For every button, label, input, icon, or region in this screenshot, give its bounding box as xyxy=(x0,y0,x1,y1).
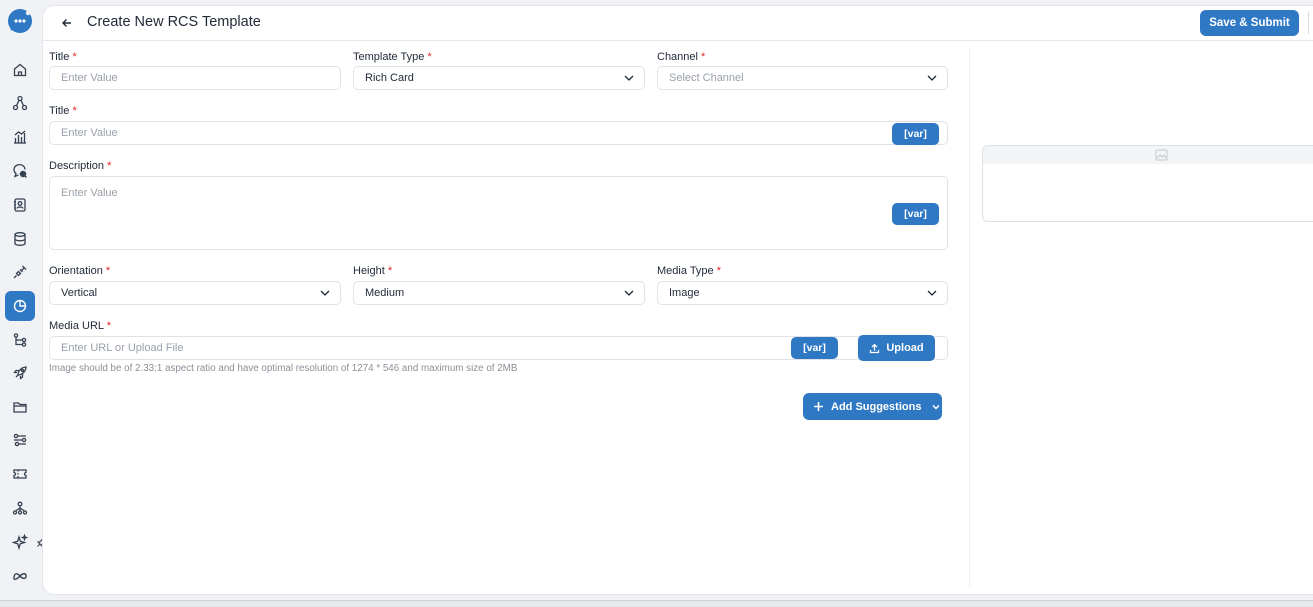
analytics-icon xyxy=(14,130,26,144)
chevron-down-icon xyxy=(927,290,937,296)
sidebar-item-network[interactable] xyxy=(5,88,35,118)
add-suggestions-button[interactable]: Add Suggestions xyxy=(803,393,942,420)
description-placeholder: Enter Value xyxy=(61,187,118,199)
description-textarea[interactable]: Enter Value xyxy=(49,176,948,250)
folder-icon xyxy=(13,402,27,413)
database-icon xyxy=(14,232,26,246)
sidebar-item-hierarchy[interactable] xyxy=(5,493,35,523)
sidebar-item-campaigns[interactable] xyxy=(5,358,35,388)
channel-select[interactable]: Select Channel xyxy=(657,66,948,90)
network-icon xyxy=(12,95,28,111)
chevron-down-icon xyxy=(624,75,634,81)
chevron-down-icon xyxy=(927,75,937,81)
sidebar-item-meta[interactable] xyxy=(5,561,35,591)
preview-divider xyxy=(969,48,970,588)
channel-placeholder: Select Channel xyxy=(669,72,744,84)
title-placeholder: Enter Value xyxy=(61,72,118,84)
image-placeholder-icon xyxy=(1155,149,1168,161)
orientation-label: Orientation * xyxy=(49,265,111,277)
media-url-placeholder: Enter URL or Upload File xyxy=(61,342,184,354)
chat-search-icon xyxy=(13,164,27,178)
preview-media-placeholder xyxy=(983,146,1313,164)
bottom-scrollbar[interactable] xyxy=(0,600,1313,607)
plus-icon xyxy=(814,402,823,411)
title-label: Title * xyxy=(49,51,77,63)
orientation-value: Vertical xyxy=(61,287,98,299)
back-arrow-icon[interactable] xyxy=(58,14,76,32)
hierarchy-icon xyxy=(12,501,28,515)
sidebar-item-database[interactable] xyxy=(5,224,35,254)
sidebar-item-flow[interactable] xyxy=(5,325,35,355)
sidebar-item-integrations[interactable] xyxy=(5,257,35,287)
upload-icon xyxy=(870,343,880,353)
media-type-value: Image xyxy=(669,287,700,299)
integrations-icon xyxy=(13,265,27,279)
add-suggestions-label: Add Suggestions xyxy=(831,400,922,413)
chevron-down-icon xyxy=(932,404,940,410)
flow-icon xyxy=(13,333,27,347)
meta-icon xyxy=(13,573,27,580)
sparkle-icon xyxy=(12,534,28,550)
card-title-placeholder: Enter Value xyxy=(61,127,118,139)
orientation-select[interactable]: Vertical xyxy=(49,281,341,305)
media-url-label: Media URL * xyxy=(49,320,111,332)
height-value: Medium xyxy=(365,287,405,299)
media-url-hint: Image should be of 2.33:1 aspect ratio a… xyxy=(49,363,518,374)
card-title-label: Title * xyxy=(49,105,77,117)
main-panel: Create New RCS Template Save & Submit Ti… xyxy=(42,5,1313,595)
page-title: Create New RCS Template xyxy=(87,14,261,30)
height-select[interactable]: Medium xyxy=(353,281,645,305)
template-type-label: Template Type * xyxy=(353,51,432,63)
sidebar-item-chat-search[interactable] xyxy=(5,156,35,186)
media-type-label: Media Type * xyxy=(657,265,722,277)
home-icon xyxy=(13,63,27,77)
media-type-select[interactable]: Image xyxy=(657,281,948,305)
rich-card-preview xyxy=(982,145,1313,222)
sidebar-item-files[interactable] xyxy=(5,392,35,422)
sidebar-item-tickets[interactable] xyxy=(5,459,35,489)
chevron-down-icon xyxy=(320,290,330,296)
card-title-var-button[interactable]: [var] xyxy=(892,123,939,145)
description-var-button[interactable]: [var] xyxy=(892,203,939,225)
reports-icon xyxy=(13,299,27,313)
page-header: Create New RCS Template Save & Submit xyxy=(43,6,1313,41)
sidebar-item-analytics[interactable] xyxy=(5,122,35,152)
title-input[interactable]: Enter Value xyxy=(49,66,341,90)
save-submit-button[interactable]: Save & Submit xyxy=(1200,10,1299,36)
template-type-select[interactable]: Rich Card xyxy=(353,66,645,90)
sidebar-item-home[interactable] xyxy=(5,55,35,85)
card-title-input[interactable]: Enter Value xyxy=(49,121,948,145)
template-type-value: Rich Card xyxy=(365,72,414,84)
sidebar-item-contacts[interactable] xyxy=(5,190,35,220)
app-logo-icon[interactable] xyxy=(7,8,33,34)
sidebar xyxy=(0,0,48,607)
upload-button[interactable]: Upload xyxy=(858,335,935,361)
sidebar-item-ai[interactable] xyxy=(5,527,35,557)
height-label: Height * xyxy=(353,265,393,277)
header-divider xyxy=(1308,12,1309,34)
upload-label: Upload xyxy=(886,342,924,354)
contacts-icon xyxy=(14,198,26,212)
description-label: Description * xyxy=(49,160,112,172)
rocket-icon xyxy=(13,366,27,380)
ticket-icon xyxy=(13,469,27,479)
chevron-down-icon xyxy=(624,290,634,296)
media-url-var-button[interactable]: [var] xyxy=(791,337,838,359)
sidebar-item-settings[interactable] xyxy=(5,425,35,455)
channel-label: Channel * xyxy=(657,51,706,63)
sidebar-item-reports[interactable] xyxy=(5,291,35,321)
settings-sliders-icon xyxy=(13,433,27,447)
